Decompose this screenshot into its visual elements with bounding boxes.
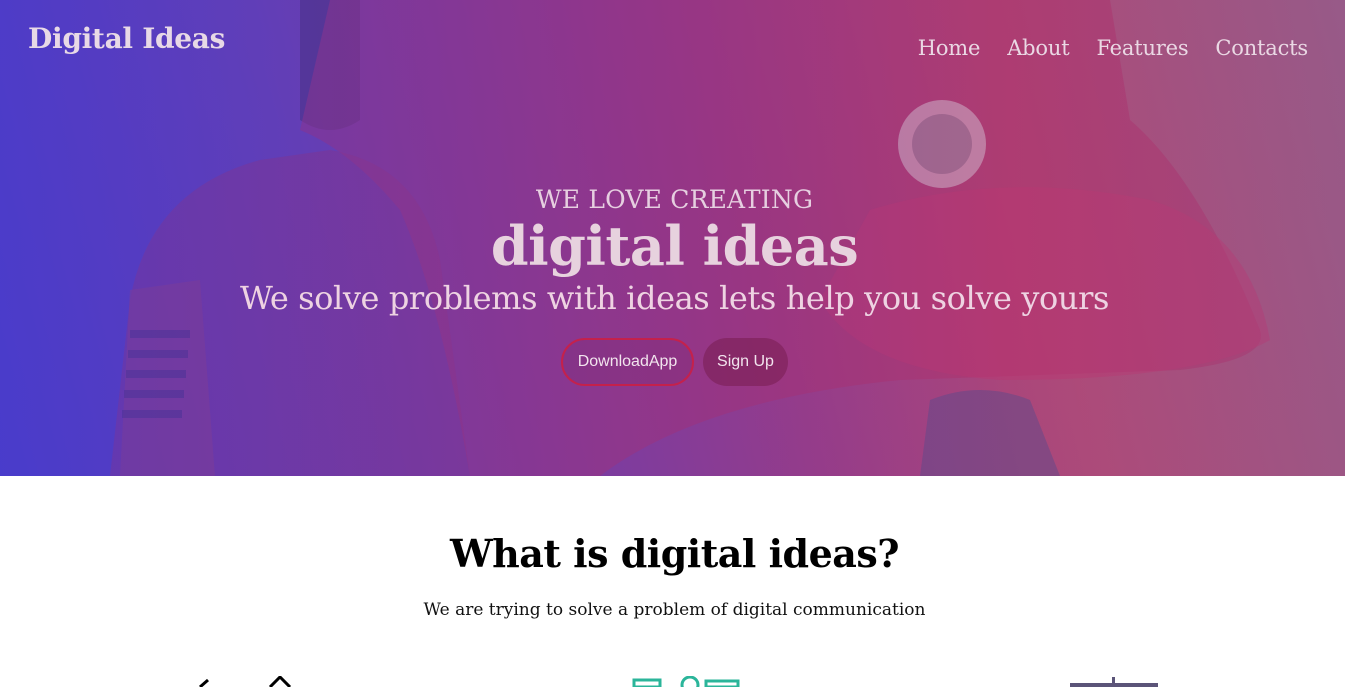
brand-logo[interactable]: Digital Ideas <box>28 22 225 55</box>
hero-eyebrow: WE LOVE CREATING <box>535 185 814 214</box>
nav-features[interactable]: Features <box>1096 36 1188 60</box>
mobile-chart-icon <box>632 676 740 687</box>
presentation-icon <box>1070 677 1158 687</box>
hero-text: WE LOVE CREATING digital ideas We solve … <box>0 184 1345 318</box>
hero-headline: digital ideas <box>490 214 859 278</box>
main-nav: Home About Features Contacts <box>918 36 1308 60</box>
hero-buttons: DownloadApp Sign Up <box>561 338 788 386</box>
sign-up-button[interactable]: Sign Up <box>703 338 788 386</box>
hero-section: Digital Ideas Home About Features Contac… <box>0 0 1345 476</box>
about-subtitle: We are trying to solve a problem of digi… <box>423 600 926 620</box>
about-section: What is digital ideas? We are trying to … <box>0 476 1345 687</box>
nav-home[interactable]: Home <box>918 36 981 60</box>
nav-about[interactable]: About <box>1007 36 1069 60</box>
download-app-button[interactable]: DownloadApp <box>561 338 694 386</box>
hero-tagline: We solve problems with ideas lets help y… <box>239 279 1110 317</box>
nav-contacts[interactable]: Contacts <box>1215 36 1308 60</box>
about-title: What is digital ideas? <box>449 531 900 576</box>
rocket-icon <box>199 676 292 687</box>
